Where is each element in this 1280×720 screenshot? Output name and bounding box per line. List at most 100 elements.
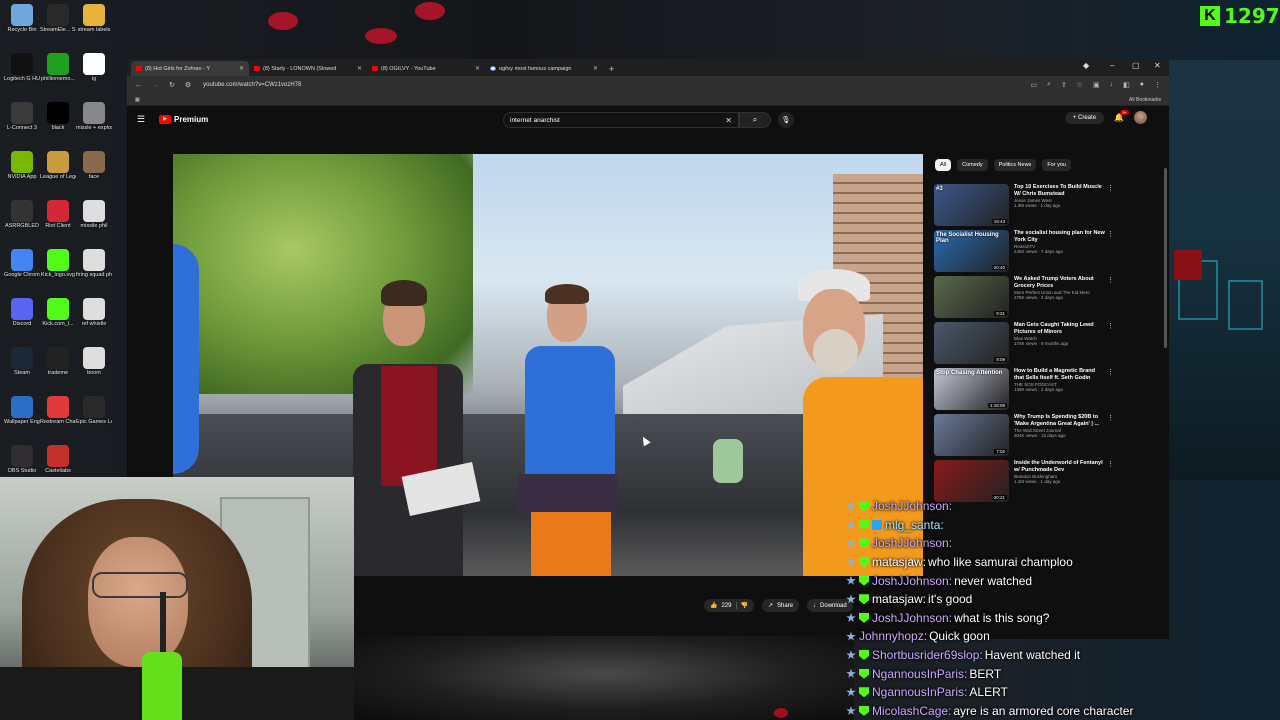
browser-tab[interactable]: (8) Hot Girls for Zohran - Y ✕ (131, 61, 249, 76)
browser-tab[interactable]: (8) Starly - LONOWN (Slowed ✕ (249, 61, 367, 76)
desktop-icon[interactable]: OBS Studio (4, 445, 40, 474)
voice-search-button[interactable]: 🎙 (778, 112, 794, 128)
more-options-icon[interactable]: ⋮ (1107, 276, 1114, 284)
scrollbar-thumb[interactable] (1164, 168, 1167, 348)
video-title[interactable]: Top 10 Exercises To Build Muscle W/ Chri… (1014, 184, 1106, 197)
more-options-icon[interactable]: ⋮ (1107, 322, 1114, 330)
clear-search-icon[interactable]: ✕ (725, 116, 732, 125)
desktop-icon[interactable]: missle + explosion ... (76, 102, 112, 131)
desktop-icon[interactable]: firing squad phil (1) (76, 249, 112, 278)
desktop-icon[interactable]: Logitech G HUB (4, 53, 40, 82)
url-field[interactable]: youtube.com/watch?v=CWz1vozH78 (203, 82, 301, 88)
download-icon[interactable]: ↓ (1110, 81, 1114, 89)
thumbs-down-icon[interactable]: 👎 (735, 602, 748, 609)
video-title[interactable]: How to Build a Magnetic Brand that Sells… (1014, 368, 1106, 381)
browser-tab[interactable]: ogilvy most famous campaign ✕ (485, 61, 603, 76)
desktop-icon[interactable]: trademe (40, 347, 76, 376)
desktop-icon[interactable]: philliomemo... (40, 53, 76, 82)
related-video[interactable]: 7:02 Why Trump Is Spending $20B to 'Make … (934, 414, 1114, 460)
related-video[interactable]: The Socialist Housing Plan 20:40 The socia… (934, 230, 1114, 276)
zoom-icon[interactable]: ⌕ (1047, 81, 1051, 89)
search-button[interactable]: ⌕ (739, 112, 771, 128)
close-tab-icon[interactable]: ✕ (357, 65, 362, 72)
desktop-icon[interactable]: Kick_logo.svg (40, 249, 76, 278)
video-thumbnail[interactable]: 20:21 (934, 460, 1009, 502)
video-thumbnail[interactable]: 9:31 (934, 276, 1009, 318)
bookmark-star-icon[interactable]: ☆ (1077, 81, 1083, 89)
filter-chip[interactable]: For you (1042, 159, 1071, 171)
filter-chip[interactable]: All (935, 159, 952, 171)
close-tab-icon[interactable]: ✕ (475, 65, 480, 72)
notifications-bell-icon[interactable]: 🔔 9+ (1114, 110, 1129, 122)
desktop-icon[interactable]: Restream Chat (40, 396, 76, 425)
search-input[interactable]: internet anarchist ✕ (503, 112, 739, 128)
desktop-icon[interactable]: boom (76, 347, 112, 376)
more-options-icon[interactable]: ⋮ (1107, 184, 1114, 192)
video-title[interactable]: Why Trump Is Spending $20B to 'Make Arge… (1014, 414, 1106, 427)
desktop-icon[interactable]: Recycle Bin (4, 4, 40, 33)
menu-dots-icon[interactable]: ⋮ (1154, 81, 1161, 89)
related-video[interactable]: #3 19:43 Top 10 Exercises To Build Muscle … (934, 184, 1114, 230)
cast-icon[interactable]: ▭ (1030, 81, 1037, 89)
video-thumbnail[interactable]: 9:09 (934, 322, 1009, 364)
reload-icon[interactable]: ↻ (169, 81, 175, 89)
desktop-icon[interactable]: face (76, 151, 112, 180)
related-video[interactable]: 9:31 We Asked Trump Voters About Grocery … (934, 276, 1114, 322)
desktop-icon[interactable]: ig (76, 53, 112, 82)
related-video[interactable]: 9:09 Man Gets Caught Taking Lewd Pictures… (934, 322, 1114, 368)
more-options-icon[interactable]: ⋮ (1107, 460, 1114, 468)
related-video[interactable]: Stop Chasing Attention 1:18:08 How to Buil… (934, 368, 1114, 414)
browser-tab[interactable]: (8) OGILVY - YouTube ✕ (367, 61, 485, 76)
all-bookmarks[interactable]: All Bookmarks (1129, 97, 1161, 103)
video-thumbnail[interactable]: #3 19:43 (934, 184, 1009, 226)
close-tab-icon[interactable]: ✕ (239, 65, 244, 72)
more-options-icon[interactable]: ⋮ (1107, 368, 1114, 376)
maximize-button[interactable]: ▢ (1132, 61, 1140, 70)
new-tab-button[interactable]: + (603, 64, 620, 76)
desktop-icon[interactable]: StreamEle... SE.Live (40, 4, 76, 33)
forward-icon[interactable]: → (152, 82, 159, 89)
desktop-icon[interactable]: Steam (4, 347, 40, 376)
profile-icon[interactable]: ● (1140, 81, 1144, 89)
desktop-icon[interactable]: Discord (4, 298, 40, 327)
desktop-icon[interactable]: Wallpaper Engine (4, 396, 40, 425)
video-title[interactable]: Inside the Underworld of Fentanyl w/ Pun… (1014, 460, 1106, 473)
video-title[interactable]: We Asked Trump Voters About Grocery Pric… (1014, 276, 1106, 289)
more-options-icon[interactable]: ⋮ (1107, 230, 1114, 238)
desktop-icon[interactable]: Castellabs (40, 445, 76, 474)
apps-grid-icon[interactable]: ▦ (135, 97, 140, 103)
extensions-icon[interactable]: ◆ (1083, 61, 1089, 70)
share-icon[interactable]: ⇪ (1061, 81, 1067, 89)
sidepanel-icon[interactable]: ◧ (1123, 81, 1130, 89)
close-window-button[interactable]: ✕ (1154, 61, 1161, 70)
create-button[interactable]: + Create (1064, 111, 1105, 124)
minimize-button[interactable]: – (1110, 61, 1114, 70)
desktop-icon[interactable]: L-Connect 3 (4, 102, 40, 131)
desktop-icon[interactable]: Kick.com_l... (40, 298, 76, 327)
video-title[interactable]: The socialist housing plan for New York … (1014, 230, 1106, 243)
filter-chip[interactable]: Comedy (957, 159, 988, 171)
desktop-icon[interactable]: missile phil (76, 200, 112, 229)
desktop-icon[interactable]: Google Chrome (4, 249, 40, 278)
desktop-icon[interactable]: stream labels (76, 4, 112, 33)
extension-icon[interactable]: ▣ (1093, 81, 1100, 89)
close-tab-icon[interactable]: ✕ (593, 65, 598, 72)
desktop-icon[interactable]: black (40, 102, 76, 131)
desktop-icon[interactable]: League of Legends (40, 151, 76, 180)
desktop-icon[interactable]: NVIDIA App (4, 151, 40, 180)
youtube-logo[interactable]: ▶ Premium (159, 114, 208, 124)
video-title[interactable]: Man Gets Caught Taking Lewd Pictures of … (1014, 322, 1106, 335)
video-thumbnail[interactable]: 7:02 (934, 414, 1009, 456)
hamburger-menu-icon[interactable]: ☰ (137, 114, 153, 125)
video-thumbnail[interactable]: Stop Chasing Attention 1:18:08 (934, 368, 1009, 410)
more-options-icon[interactable]: ⋮ (1107, 414, 1114, 422)
share-button[interactable]: ↗ Share (761, 599, 800, 612)
filter-chip[interactable]: Politics News (993, 159, 1037, 171)
desktop-icon[interactable]: Riot Client (40, 200, 76, 229)
account-avatar[interactable] (1134, 111, 1147, 124)
desktop-icon[interactable]: Epic Games Launcher (76, 396, 112, 425)
desktop-icon[interactable]: ASRRGBLED (4, 200, 40, 229)
video-thumbnail[interactable]: The Socialist Housing Plan 20:40 (934, 230, 1009, 272)
desktop-icon[interactable]: ref whistle (76, 298, 112, 327)
like-button[interactable]: 👍 229 👎 (704, 599, 754, 612)
